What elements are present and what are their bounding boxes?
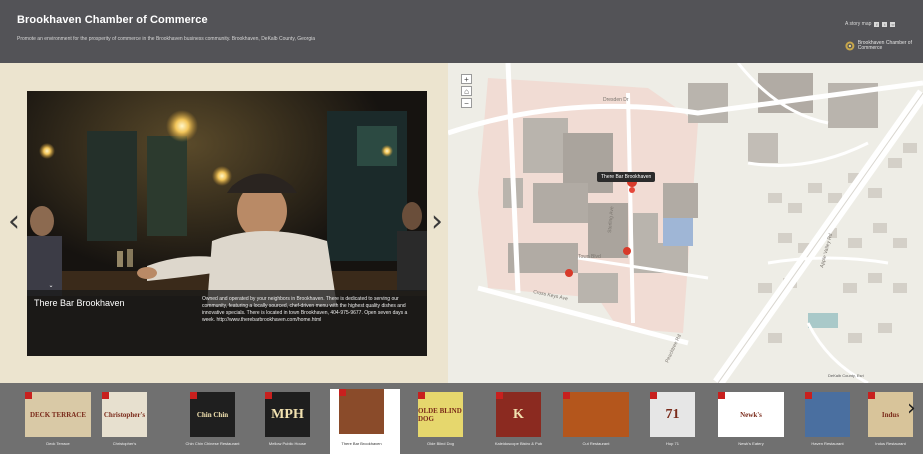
- header-bar: Brookhaven Chamber of Commerce Promote a…: [0, 0, 923, 63]
- marker-badge-icon: [418, 392, 425, 399]
- feature-photo: ⌄ There Bar Brookhaven Owned and operate…: [27, 91, 427, 356]
- feature-description: Owned and operated by your neighbors in …: [202, 296, 408, 323]
- thumbnail-item[interactable]: K: [496, 392, 541, 437]
- thumbnail-item[interactable]: [563, 392, 629, 437]
- thumbnail-item[interactable]: 71: [650, 392, 695, 437]
- thumbnail-item[interactable]: [805, 392, 850, 437]
- marker-badge-icon: [868, 392, 875, 399]
- link-icon[interactable]: ∞: [890, 21, 896, 27]
- feature-title: There Bar Brookhaven: [34, 298, 125, 308]
- map-popup[interactable]: There Bar Brookhaven: [597, 172, 656, 182]
- twitter-icon[interactable]: t: [882, 21, 888, 27]
- map-attribution: DeKalb County, Esri: [828, 373, 864, 378]
- next-arrow[interactable]: ›: [431, 207, 443, 237]
- marker-badge-icon: [563, 392, 570, 399]
- thumbnail-label: Haven Restaurant: [811, 441, 844, 446]
- chamber-logo-text: Brookhaven Chamber of Commerce: [857, 40, 912, 51]
- marker-badge-icon: [102, 392, 109, 399]
- thumbnail-image: DECK TERRACE: [25, 392, 91, 437]
- zoom-in-button[interactable]: +: [461, 74, 472, 84]
- chevron-down-icon[interactable]: ⌄: [46, 282, 56, 291]
- thumbnail-label: Deck Terrace: [46, 441, 70, 446]
- street-label: Town Blvd: [578, 254, 601, 260]
- carousel-next-arrow[interactable]: ›: [907, 398, 916, 420]
- thumbnail-label: Hop 71: [666, 441, 679, 446]
- thumbnail-item[interactable]: OLDE BLIND DOG: [418, 392, 463, 437]
- thumbnail-label: Indus Restaurant: [875, 441, 906, 446]
- page-subtitle: Promote an environment for the prosperit…: [17, 36, 316, 42]
- thumbnail-item[interactable]: DECK TERRACE: [25, 392, 91, 437]
- thumbnail-image: Newk's: [718, 392, 784, 437]
- thumbnail-item[interactable]: [339, 389, 384, 434]
- thumbnail-image: [563, 392, 629, 437]
- share-label: A story map: [845, 21, 872, 27]
- marker-badge-icon: [190, 392, 197, 399]
- home-icon[interactable]: ⌂: [461, 86, 472, 96]
- thumbnail-label: Olde Blind Dog: [427, 441, 454, 446]
- marker-badge-icon: [805, 392, 812, 399]
- story-map-app: Brookhaven Chamber of Commerce Promote a…: [0, 0, 923, 454]
- marker-badge-icon: [650, 392, 657, 399]
- share-bar: A story map f t ∞: [845, 21, 896, 27]
- map-zoom-controls: + ⌂ −: [461, 74, 472, 108]
- thumbnail-label: Cut Restaurant: [582, 441, 610, 446]
- feature-caption: ⌄ There Bar Brookhaven Owned and operate…: [27, 283, 427, 356]
- thumbnail-item[interactable]: Newk's: [718, 392, 784, 437]
- thumbnail-item[interactable]: Christopher's: [102, 392, 147, 437]
- map-view[interactable]: Dresden Dr Peachtree Rd Town Blvd Apple …: [448, 63, 923, 383]
- marker-badge-icon: [718, 392, 725, 399]
- marker-badge-icon: [265, 392, 272, 399]
- thumbnail-item[interactable]: Chin Chin: [190, 392, 235, 437]
- thumbnail-item[interactable]: MPH: [265, 392, 310, 437]
- thumbnail-label: Kaleidoscope Bistro & Pub: [494, 441, 543, 446]
- marker-badge-icon: [25, 392, 32, 399]
- thumbnail-label: Mellow Public House: [268, 441, 307, 446]
- previous-arrow[interactable]: ‹: [8, 207, 20, 237]
- chamber-logo[interactable]: Brookhaven Chamber of Commerce: [845, 40, 923, 52]
- thumbnail-label: Christopher's: [112, 441, 137, 446]
- thumbnail-label: Newk's Eatery: [738, 441, 764, 446]
- marker-badge-icon: [339, 389, 346, 396]
- page-title: Brookhaven Chamber of Commerce: [17, 14, 208, 26]
- zoom-out-button[interactable]: −: [461, 98, 472, 108]
- street-map: Dresden Dr Peachtree Rd Town Blvd Apple …: [448, 63, 923, 383]
- chamber-logo-icon: [845, 41, 855, 51]
- thumbnail-label: Chin Chin Chinese Restaurant: [185, 441, 240, 446]
- thumbnail-label: There Bar Brookhaven: [341, 441, 382, 446]
- facebook-icon[interactable]: f: [874, 21, 880, 27]
- marker-badge-icon: [496, 392, 503, 399]
- street-label: Dresden Dr: [603, 97, 629, 103]
